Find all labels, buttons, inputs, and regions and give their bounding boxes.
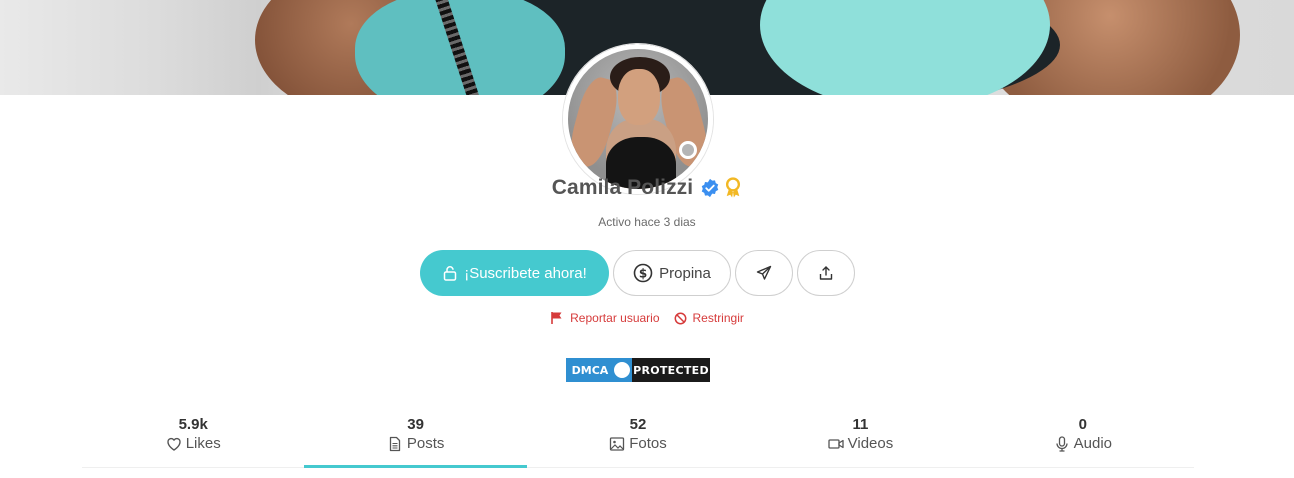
dmca-label: DMCA	[566, 358, 614, 382]
profile-stats-tabs: 5.9k Likes 39 Posts 52 Fotos 11 Videos 0…	[82, 410, 1194, 468]
tab-audio[interactable]: 0 Audio	[972, 410, 1194, 467]
offline-status-dot	[679, 141, 697, 159]
tab-photos[interactable]: 52 Fotos	[527, 410, 749, 467]
protected-label: PROTECTED	[632, 358, 710, 382]
profile-name: Camila Polizzi	[551, 176, 694, 199]
report-user-label: Reportar usuario	[570, 311, 660, 325]
verified-badge-icon	[701, 178, 719, 198]
dollar-coin-icon: $	[633, 263, 653, 283]
unlock-icon	[443, 266, 457, 281]
tab-videos[interactable]: 11 Videos	[749, 410, 971, 467]
send-message-button[interactable]	[735, 250, 793, 296]
ban-icon	[674, 312, 686, 324]
avatar[interactable]	[563, 44, 713, 194]
tip-button[interactable]: $ Propina	[613, 250, 731, 296]
tip-label: Propina	[659, 264, 711, 282]
videos-label: Videos	[847, 435, 894, 452]
likes-label: Likes	[185, 435, 221, 452]
videos-count: 11	[852, 416, 869, 433]
award-icon	[726, 177, 741, 198]
subscribe-button[interactable]: ¡Suscribete ahora!	[420, 250, 609, 296]
dmca-lock-icon	[612, 358, 632, 382]
posts-count: 39	[407, 416, 424, 433]
subscribe-label: ¡Suscribete ahora!	[464, 264, 587, 282]
profile-name-row: Camila Polizzi	[0, 173, 1294, 203]
share-icon	[819, 266, 833, 280]
image-icon	[610, 436, 625, 451]
moderation-links: Reportar usuario Restringir	[0, 311, 1294, 325]
tab-likes[interactable]: 5.9k Likes	[82, 410, 304, 467]
restrict-label: Restringir	[692, 311, 744, 325]
avatar-container[interactable]	[563, 44, 713, 194]
document-icon	[389, 436, 400, 451]
audio-label: Audio	[1073, 435, 1113, 452]
restrict-link[interactable]: Restringir	[674, 311, 744, 325]
dmca-protected-badge[interactable]: DMCA PROTECTED	[566, 358, 710, 382]
share-button[interactable]	[797, 250, 855, 296]
svg-text:$: $	[639, 267, 647, 281]
posts-label: Posts	[406, 435, 445, 452]
flag-icon	[551, 312, 562, 324]
likes-count: 5.9k	[178, 416, 208, 433]
tab-posts[interactable]: 39 Posts	[304, 410, 528, 468]
send-icon	[756, 265, 772, 280]
microphone-icon	[1055, 435, 1068, 452]
heart-icon	[166, 437, 181, 451]
photos-count: 52	[629, 416, 647, 433]
photos-label: Fotos	[629, 435, 667, 452]
report-user-link[interactable]: Reportar usuario	[550, 311, 660, 325]
audio-count: 0	[1078, 416, 1087, 433]
video-icon	[827, 438, 844, 449]
last-active-text: Activo hace 3 dias	[598, 215, 696, 229]
